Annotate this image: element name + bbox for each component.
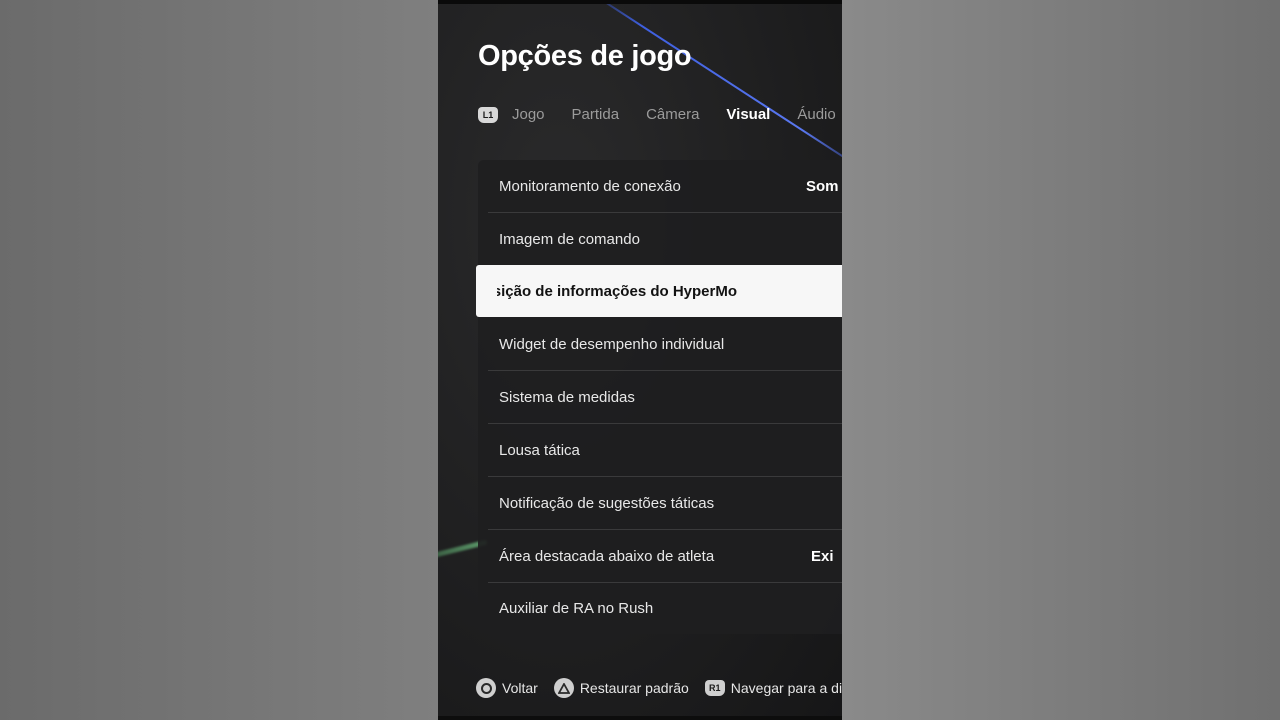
game-options-screen: Opções de jogo L1 Jogo Partida Câmera Vi… bbox=[438, 0, 842, 720]
setting-label: Monitoramento de conexão bbox=[499, 177, 681, 195]
blurred-background-left bbox=[0, 0, 438, 720]
setting-label: Lousa tática bbox=[499, 441, 580, 459]
setting-label: Sistema de medidas bbox=[499, 388, 635, 406]
tab-partida[interactable]: Partida bbox=[572, 106, 620, 123]
triangle-button-icon bbox=[553, 678, 574, 698]
restore-defaults-button[interactable]: Restaurar padrão bbox=[553, 678, 689, 698]
setting-label: Notificação de sugestões táticas bbox=[499, 494, 715, 512]
setting-value: Som bbox=[806, 177, 839, 195]
setting-row-highlight-area[interactable]: Área destacada abaixo de atleta Exi bbox=[478, 530, 842, 583]
setting-row-measurement-system[interactable]: Sistema de medidas bbox=[478, 371, 842, 424]
back-button[interactable]: Voltar bbox=[476, 678, 538, 698]
setting-label: sição de informações do HyperMo bbox=[497, 282, 737, 300]
setting-row-hypermotion-info[interactable]: sição de informações do HyperMo bbox=[476, 265, 842, 317]
restore-defaults-label: Restaurar padrão bbox=[579, 680, 689, 696]
setting-row-ar-rush-assist[interactable]: Auxiliar de RA no Rush bbox=[478, 582, 842, 634]
setting-row-performance-widget[interactable]: Widget de desempenho individual bbox=[478, 318, 842, 371]
footer-hints: Voltar Restaurar padrão R1 Navegar para … bbox=[476, 678, 842, 698]
setting-value: Exi bbox=[811, 547, 834, 565]
settings-list: Monitoramento de conexão Som Imagem de c… bbox=[476, 160, 842, 634]
r1-button-icon: R1 bbox=[704, 680, 725, 696]
setting-row-connection-monitor[interactable]: Monitoramento de conexão Som bbox=[478, 160, 842, 213]
l1-button-icon[interactable]: L1 bbox=[478, 106, 498, 123]
setting-label: Área destacada abaixo de atleta bbox=[499, 547, 715, 565]
setting-row-command-image[interactable]: Imagem de comando bbox=[478, 213, 842, 266]
setting-label: Widget de desempenho individual bbox=[499, 335, 725, 353]
circle-button-icon bbox=[476, 678, 496, 698]
setting-label: Imagem de comando bbox=[499, 230, 640, 248]
navigate-button[interactable]: R1 Navegar para a di bbox=[704, 680, 842, 696]
tab-jogo[interactable]: Jogo bbox=[512, 106, 545, 123]
blurred-background-right bbox=[842, 0, 1280, 720]
tab-audio[interactable]: Áudio bbox=[797, 106, 835, 123]
tab-bar: L1 Jogo Partida Câmera Visual Áudio bbox=[478, 106, 842, 123]
tab-visual[interactable]: Visual bbox=[726, 106, 770, 123]
top-edge bbox=[438, 0, 842, 4]
navigate-label: Navegar para a di bbox=[730, 680, 842, 696]
page-title: Opções de jogo bbox=[478, 40, 692, 72]
setting-row-tactical-board[interactable]: Lousa tática bbox=[478, 424, 842, 477]
back-label: Voltar bbox=[502, 680, 538, 696]
setting-row-tactical-suggestions[interactable]: Notificação de sugestões táticas bbox=[478, 477, 842, 530]
bottom-edge bbox=[438, 716, 842, 720]
setting-label: Auxiliar de RA no Rush bbox=[499, 599, 654, 617]
tab-camera[interactable]: Câmera bbox=[646, 106, 699, 123]
